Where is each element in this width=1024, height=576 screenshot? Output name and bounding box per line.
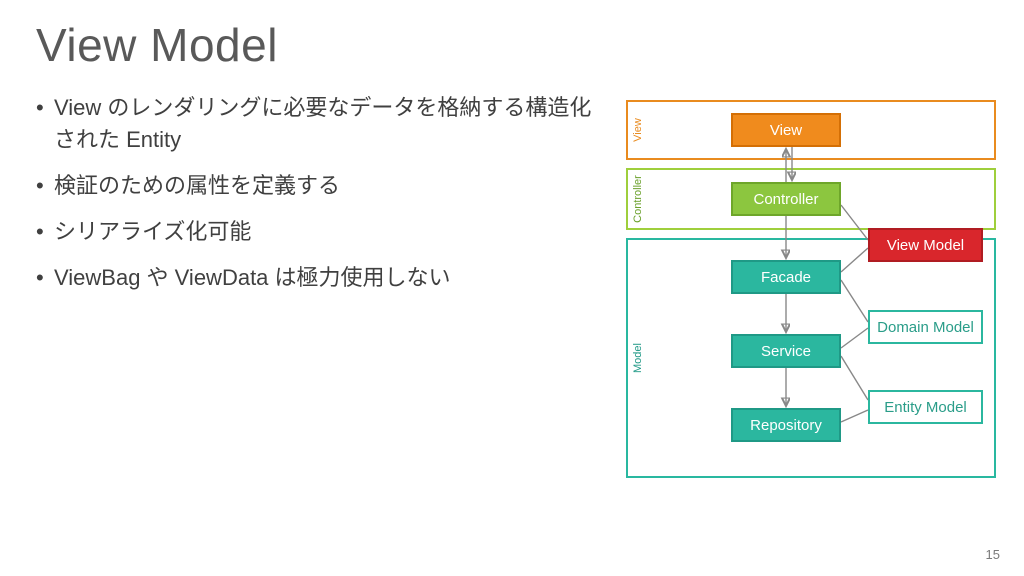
architecture-diagram: View Controller Model xyxy=(626,100,996,480)
page-number: 15 xyxy=(986,547,1000,562)
layer-label-model: Model xyxy=(631,337,645,379)
slide-title: View Model xyxy=(36,18,988,72)
box-view-model: View Model xyxy=(868,228,983,262)
layer-label-controller: Controller xyxy=(631,169,645,229)
box-facade: Facade xyxy=(731,260,841,294)
bullet-item: ViewBag や ViewData は極力使用しない xyxy=(36,262,596,294)
box-service: Service xyxy=(731,334,841,368)
bullet-item: シリアライズ化可能 xyxy=(36,216,596,248)
box-controller: Controller xyxy=(731,182,841,216)
bullet-item: 検証のための属性を定義する xyxy=(36,170,596,202)
slide: View Model View のレンダリングに必要なデータを格納する構造化され… xyxy=(0,0,1024,576)
box-domain-model: Domain Model xyxy=(868,310,983,344)
bullet-item: View のレンダリングに必要なデータを格納する構造化された Entity xyxy=(36,92,596,156)
layer-label-view: View xyxy=(631,112,645,148)
box-entity-model: Entity Model xyxy=(868,390,983,424)
box-repository: Repository xyxy=(731,408,841,442)
bullet-list: View のレンダリングに必要なデータを格納する構造化された Entity 検証… xyxy=(36,92,596,293)
box-view: View xyxy=(731,113,841,147)
